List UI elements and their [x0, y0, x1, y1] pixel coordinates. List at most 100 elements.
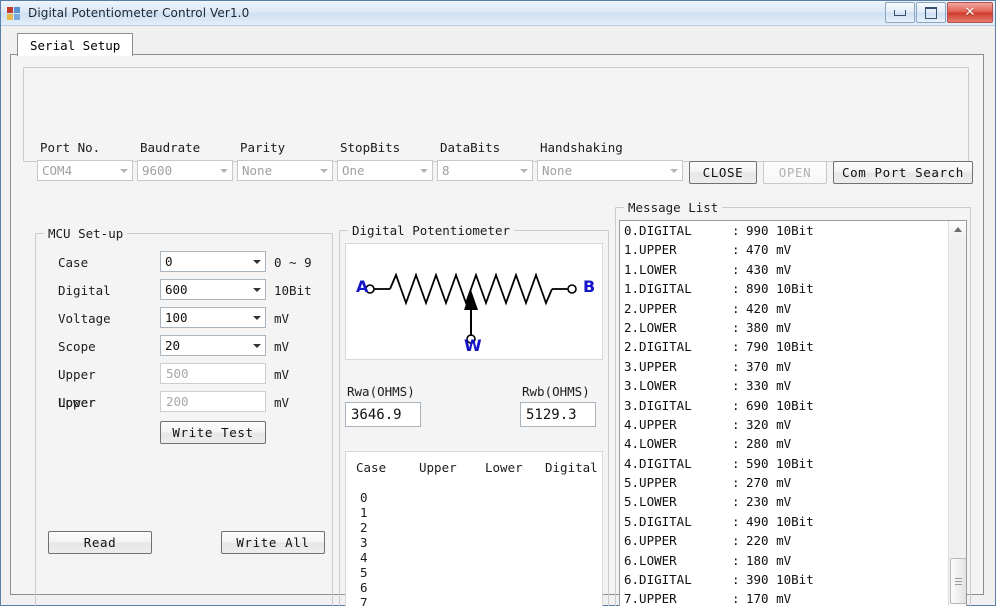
table-row[interactable]: 6 — [360, 580, 368, 595]
open-port-button[interactable]: OPEN — [763, 161, 827, 184]
write-all-label: Write All — [236, 535, 310, 550]
table-row[interactable]: 5 — [360, 565, 368, 580]
message-list-item[interactable]: 7.UPPER:170 mV — [620, 589, 949, 606]
upper-value: 500 — [166, 366, 189, 381]
message-list-item[interactable]: 3.LOWER:330 mV — [620, 376, 949, 395]
message-list-item[interactable]: 6.LOWER:180 mV — [620, 551, 949, 570]
scrollbar-thumb[interactable] — [950, 558, 966, 604]
voltage-label: Voltage — [58, 311, 111, 326]
baudrate-value: 9600 — [142, 163, 173, 178]
tab-label: Serial Setup — [30, 37, 121, 53]
open-port-label: OPEN — [778, 165, 812, 180]
handshaking-combo[interactable]: None — [537, 160, 683, 181]
write-test-button[interactable]: Write Test — [160, 421, 266, 444]
message-list-item[interactable]: 3.DIGITAL:690 10Bit — [620, 396, 949, 415]
message-list-item[interactable]: 6.DIGITAL:390 10Bit — [620, 570, 949, 589]
rwa-value-field[interactable]: 3646.9 — [345, 402, 421, 427]
header-lower: Lower — [485, 460, 523, 475]
message-list-item[interactable]: 4.DIGITAL:590 10Bit — [620, 454, 949, 473]
message-separator: : — [732, 223, 740, 238]
write-all-button[interactable]: Write All — [221, 531, 325, 554]
message-list-item[interactable]: 1.DIGITAL:890 10Bit — [620, 279, 949, 298]
message-value: 690 10Bit — [746, 397, 814, 413]
scope-combo[interactable]: 20 — [160, 335, 266, 356]
message-list-item[interactable]: 5.DIGITAL:490 10Bit — [620, 512, 949, 531]
message-value: 470 mV — [746, 242, 792, 258]
chevron-down-icon[interactable] — [249, 252, 265, 271]
header-digital: Digital — [545, 460, 598, 475]
chevron-down-icon[interactable] — [316, 161, 332, 180]
scroll-up-button[interactable] — [949, 221, 966, 238]
chevron-down-icon[interactable] — [249, 280, 265, 299]
message-list-item[interactable]: 3.UPPER:370 mV — [620, 357, 949, 376]
message-value: 420 mV — [746, 300, 792, 316]
tab-serial-setup[interactable]: Serial Setup — [17, 33, 134, 56]
close-port-button[interactable]: CLOSE — [689, 161, 757, 184]
message-list-item[interactable]: 4.LOWER:280 mV — [620, 434, 949, 453]
baudrate-combo[interactable]: 9600 — [137, 160, 233, 181]
read-label: Read — [83, 535, 117, 550]
digital-combo[interactable]: 600 — [160, 279, 266, 300]
parity-combo[interactable]: None — [237, 160, 333, 181]
message-value: 990 10Bit — [746, 223, 814, 238]
message-key: 7.UPPER — [624, 591, 677, 606]
message-list-item[interactable]: 6.UPPER:220 mV — [620, 531, 949, 550]
table-row[interactable]: 2 — [360, 520, 368, 535]
message-list-item[interactable]: 5.LOWER:230 mV — [620, 492, 949, 511]
header-case: Case — [356, 460, 387, 475]
chevron-down-icon[interactable] — [516, 161, 532, 180]
app-icon — [6, 5, 22, 21]
message-list-item[interactable]: 5.UPPER:270 mV — [620, 473, 949, 492]
databits-value: 8 — [442, 163, 450, 178]
rwb-value-field[interactable]: 5129.3 — [520, 402, 596, 427]
table-row[interactable]: 7 — [360, 595, 368, 606]
chevron-down-icon[interactable] — [416, 161, 432, 180]
chevron-down-icon[interactable] — [116, 161, 132, 180]
chevron-down-icon[interactable] — [216, 161, 232, 180]
message-separator: : — [732, 475, 740, 491]
case-combo[interactable]: 0 — [160, 251, 266, 272]
message-value: 790 10Bit — [746, 339, 814, 355]
case-label: Case — [58, 255, 89, 270]
com-port-search-button[interactable]: Com Port Search — [833, 161, 973, 184]
message-list-box[interactable]: 0.DIGITAL:990 10Bit 1.UPPER:470 mV 1.LOWER… — [619, 220, 967, 606]
databits-combo[interactable]: 8 — [437, 160, 533, 181]
minimize-button[interactable] — [885, 2, 915, 23]
chevron-down-icon[interactable] — [249, 336, 265, 355]
message-key: 5.UPPER — [624, 475, 677, 491]
chevron-up-icon — [953, 227, 962, 232]
table-row[interactable]: 4 — [360, 550, 368, 565]
message-value: 330 mV — [746, 378, 792, 394]
chevron-down-icon[interactable] — [249, 308, 265, 327]
message-value: 380 mV — [746, 319, 792, 335]
message-list-item[interactable]: 2.UPPER:420 mV — [620, 299, 949, 318]
message-separator: : — [732, 397, 740, 413]
message-key: 1.UPPER — [624, 242, 677, 258]
message-list-item[interactable]: 4.UPPER:320 mV — [620, 415, 949, 434]
message-key: 1.LOWER — [624, 261, 677, 277]
message-list-item[interactable]: 2.LOWER:380 mV — [620, 318, 949, 337]
message-key: 6.DIGITAL — [624, 572, 692, 588]
message-list-item[interactable]: 1.LOWER:430 mV — [620, 260, 949, 279]
case-table[interactable]: Case Upper Lower Digital 0 1 2 3 4 5 6 7… — [345, 451, 603, 606]
chevron-down-icon[interactable] — [666, 161, 682, 180]
stopbits-combo[interactable]: One — [337, 160, 433, 181]
port-no-combo[interactable]: COM4 — [37, 160, 133, 181]
message-separator: : — [732, 494, 740, 510]
message-list-item[interactable]: 1.UPPER:470 mV — [620, 240, 949, 259]
read-button[interactable]: Read — [48, 531, 152, 554]
table-row[interactable]: 0 — [360, 490, 368, 505]
close-button[interactable]: ✕ — [947, 2, 993, 23]
message-list-scrollbar[interactable] — [948, 221, 966, 606]
maximize-button[interactable] — [916, 2, 946, 23]
message-list-item[interactable]: 2.DIGITAL:790 10Bit — [620, 337, 949, 356]
upper-input[interactable]: 500 — [160, 363, 266, 384]
scope-value: 20 — [165, 338, 181, 353]
write-test-label: Write Test — [172, 425, 254, 440]
message-list-item[interactable]: 0.DIGITAL:990 10Bit — [620, 221, 949, 240]
message-separator: : — [732, 436, 740, 452]
table-row[interactable]: 1 — [360, 505, 368, 520]
lower-input[interactable]: 200 — [160, 391, 266, 412]
voltage-combo[interactable]: 100 — [160, 307, 266, 328]
table-row[interactable]: 3 — [360, 535, 368, 550]
